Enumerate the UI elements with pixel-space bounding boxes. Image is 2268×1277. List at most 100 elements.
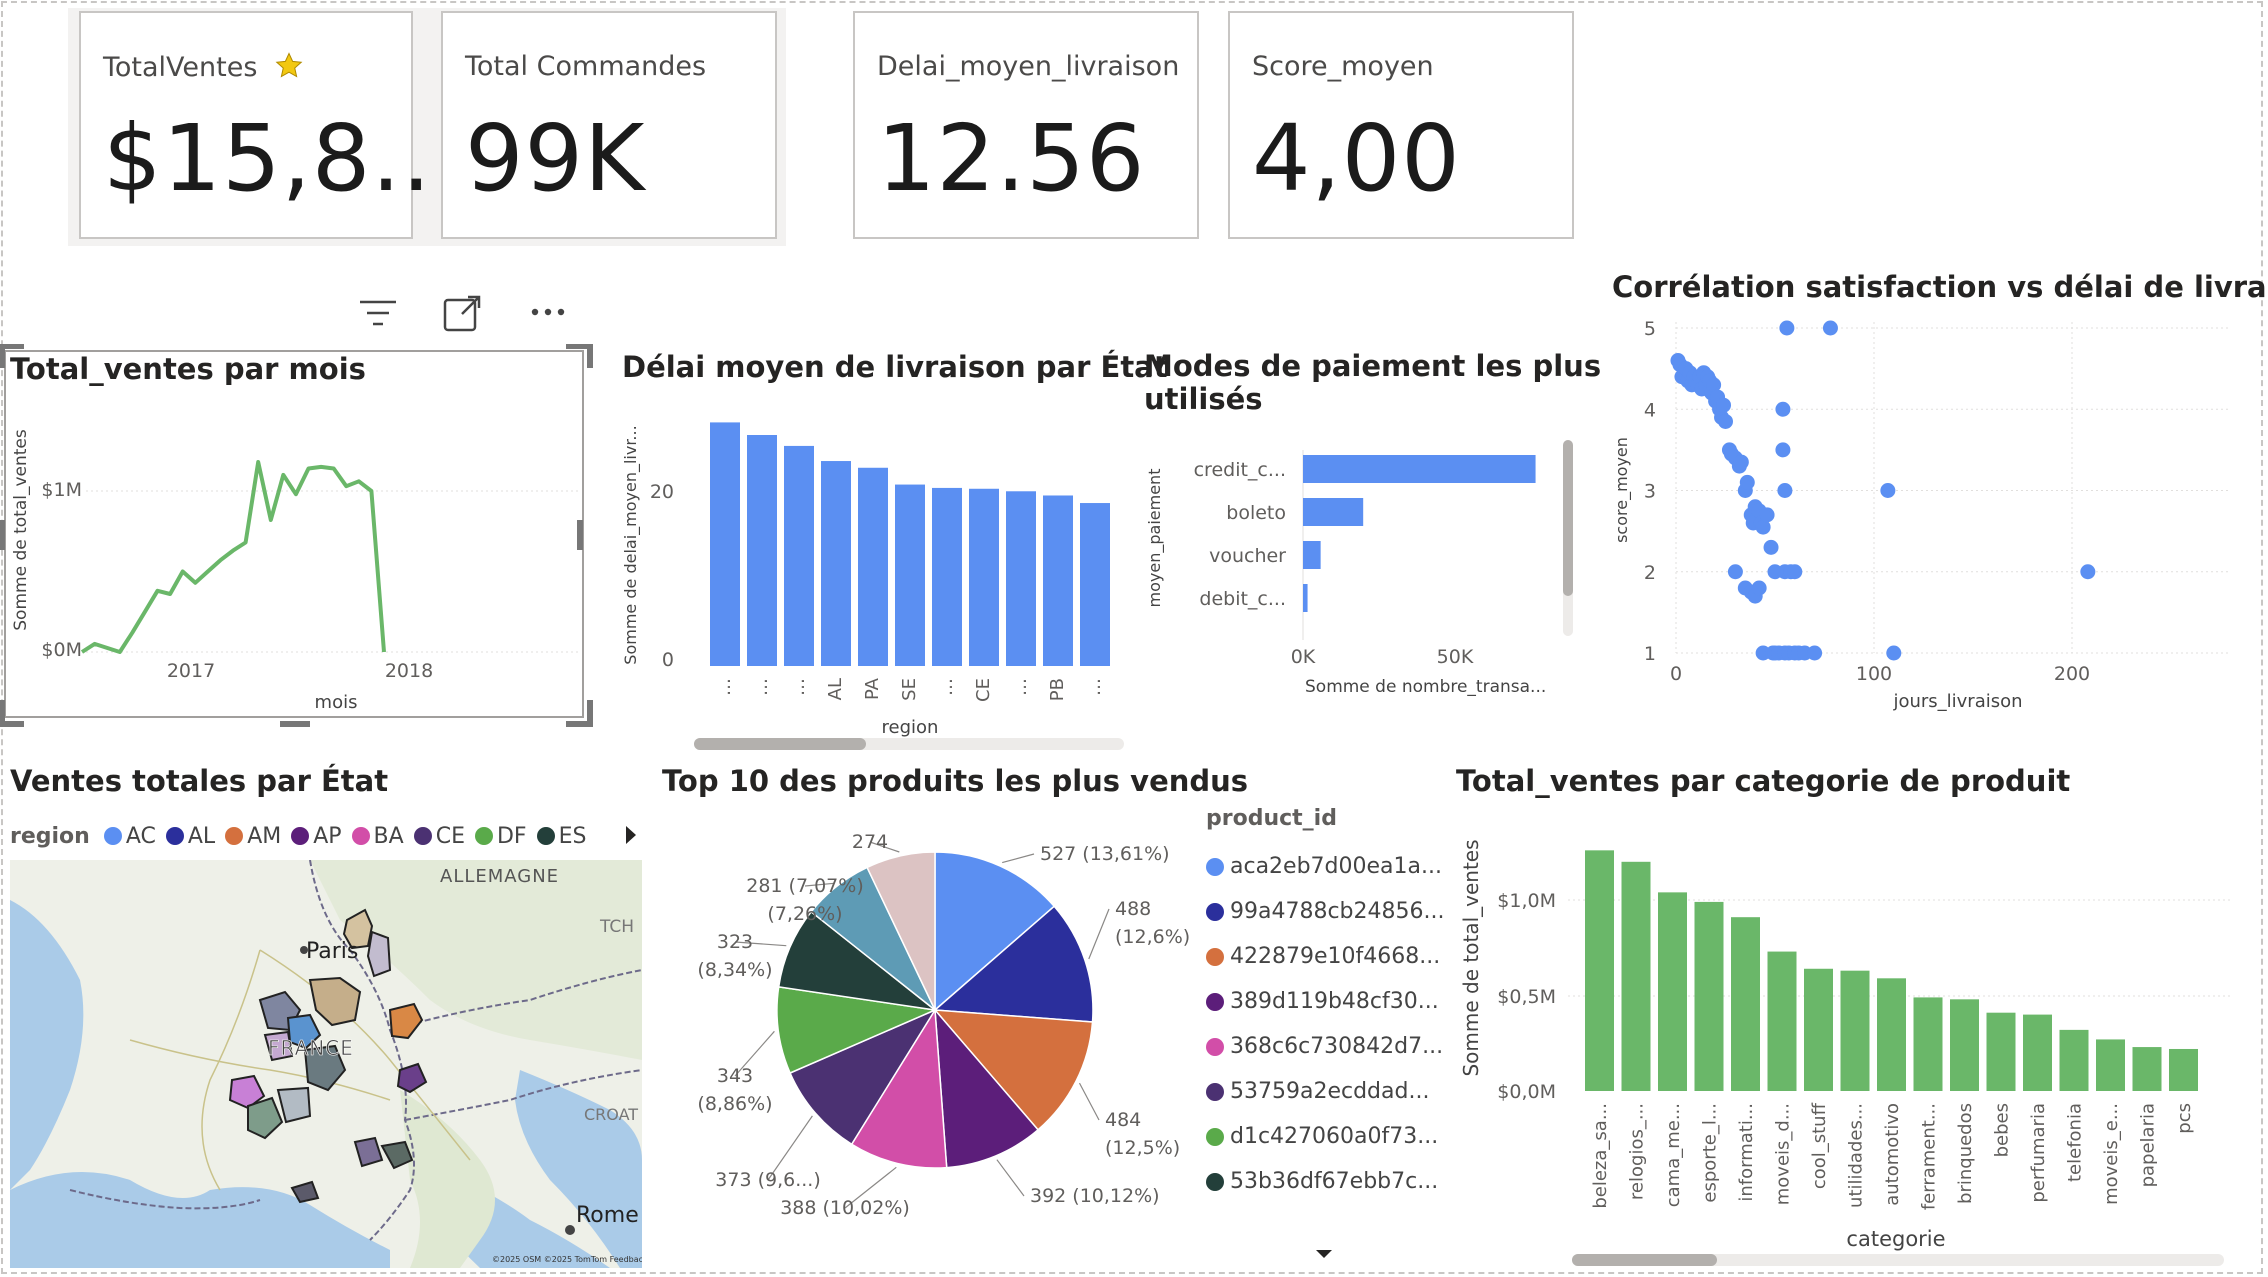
legend-label: AL	[187, 823, 216, 849]
category-bar[interactable]	[2169, 1048, 2198, 1091]
payment-bar[interactable]	[1303, 498, 1364, 526]
category-bar[interactable]	[1986, 1012, 2016, 1091]
scatter-point[interactable]	[1759, 507, 1775, 523]
map-legend-item[interactable]: CE	[413, 824, 465, 849]
legend-color-dot	[165, 827, 184, 845]
payment-bar[interactable]	[1303, 584, 1308, 612]
legend-label: 422879e10f4668...	[1230, 944, 1441, 969]
delai-bar[interactable]	[932, 487, 962, 666]
category-bar[interactable]	[1913, 997, 1943, 1091]
delai-bar[interactable]	[710, 422, 740, 666]
chevron-right-icon[interactable]	[624, 824, 638, 846]
payment-bar[interactable]	[1303, 455, 1536, 483]
category-bar[interactable]	[1767, 951, 1797, 1091]
category-bar[interactable]	[1658, 892, 1687, 1091]
delai-bar[interactable]	[821, 461, 851, 666]
pie-legend-item[interactable]: 368c6c730842d7...	[1206, 1024, 1443, 1069]
scatter-point[interactable]	[1787, 564, 1803, 580]
map-visual[interactable]: ALLEMAGNE TCH Paris FRANCE CROAT Rome ©2…	[10, 860, 642, 1268]
category-bar[interactable]	[1731, 917, 1760, 1091]
legend-label: 368c6c730842d7...	[1230, 1034, 1444, 1059]
y-tick-label: 2	[1644, 562, 1656, 584]
map-legend-item[interactable]: AP	[291, 824, 342, 849]
kpi-card-score-moyen[interactable]: Score_moyen 4,00	[1228, 11, 1574, 239]
delai-bar[interactable]	[969, 488, 999, 666]
pie-legend-item[interactable]: 53759a2ecddad...	[1206, 1069, 1436, 1114]
payment-chart-plot[interactable]: credit_c...boleto voucher debit_c... moyen…	[1140, 430, 1580, 710]
pie-legend-item[interactable]: 389d119b48cf30...	[1206, 979, 1439, 1024]
y-tick-label: 1	[1644, 643, 1656, 665]
scatter-point[interactable]	[1779, 320, 1795, 336]
category-bar[interactable]	[2132, 1047, 2162, 1091]
scatter-point[interactable]	[1880, 483, 1896, 498]
pie-legend-item[interactable]: d1c427060a0f73...	[1206, 1114, 1438, 1159]
category-bar[interactable]	[2096, 1039, 2125, 1091]
caret-down-icon[interactable]	[1314, 1248, 1334, 1260]
scatter-point[interactable]	[1775, 442, 1791, 458]
category-chart-plot[interactable]: beleza_sa... relogios_... cama_me... esport…	[1450, 810, 2240, 1265]
category-bar[interactable]	[1804, 968, 1833, 1091]
scatter-point[interactable]	[1716, 397, 1732, 413]
category-bar[interactable]	[1840, 970, 1870, 1091]
delai-bar[interactable]	[1043, 495, 1073, 666]
delai-bar[interactable]	[895, 484, 925, 666]
delai-bar[interactable]	[747, 435, 777, 666]
delai-bar[interactable]	[1006, 491, 1036, 666]
scatter-point[interactable]	[1727, 564, 1743, 580]
line-chart-xlabel: mois	[315, 692, 358, 713]
map-legend-item[interactable]: AC	[103, 824, 156, 849]
delai-bar[interactable]	[784, 445, 814, 666]
scatter-point[interactable]	[1822, 320, 1838, 336]
kpi-value: $15,8...	[103, 105, 463, 212]
map-legend-item[interactable]: AL	[165, 823, 216, 849]
scatter-point[interactable]	[1886, 645, 1902, 661]
y-tick-label: $1M	[41, 479, 82, 501]
map-label-rome: Rome	[576, 1203, 639, 1228]
x-tick-label: telefonia	[2065, 1103, 2086, 1182]
pie-chart-plot[interactable]: 527 (13,61%) 488 (12,6%) 484 (12,5%) 392 (10,…	[660, 830, 1200, 1250]
pie-legend-item[interactable]: 422879e10f4668...	[1206, 934, 1440, 979]
scatter-point[interactable]	[2080, 564, 2096, 580]
scatter-point[interactable]	[1733, 454, 1749, 470]
map-legend-item[interactable]: ES	[536, 824, 586, 849]
scatter-chart-plot[interactable]: 1 2 3 4 5 0 100 200 score_moyen jours_livraison	[1600, 310, 2240, 720]
delai-bar[interactable]	[858, 467, 888, 666]
map-legend-item[interactable]: DF	[474, 824, 527, 849]
focus-mode-icon[interactable]	[442, 294, 482, 334]
category-bar[interactable]	[2023, 1014, 2052, 1091]
payment-vertical-scrollbar[interactable]	[1563, 440, 1573, 636]
delai-bar[interactable]	[1080, 503, 1110, 666]
delai-chart-plot[interactable]: … … … AL PA SE … CE … PB … Somme de delai_moyen_li…	[610, 395, 1130, 755]
category-bar[interactable]	[1950, 999, 1979, 1091]
map-legend-item[interactable]: AM	[225, 824, 281, 849]
scatter-point[interactable]	[1777, 483, 1793, 498]
delai-horizontal-scrollbar[interactable]	[694, 738, 1124, 750]
scatter-point[interactable]	[1751, 580, 1767, 596]
pie-legend-item[interactable]: 99a4788cb24856...	[1206, 889, 1445, 934]
x-tick-label: informati...	[1736, 1103, 1757, 1202]
scatter-point[interactable]	[1807, 645, 1823, 661]
scatter-point[interactable]	[1718, 413, 1733, 429]
pie-legend-item[interactable]: 53b36df67ebb7c...	[1206, 1159, 1438, 1204]
kpi-card-delai-moyen[interactable]: Delai_moyen_livraison 12.56	[853, 11, 1199, 239]
kpi-card-total-ventes[interactable]: TotalVentes $15,8...	[79, 11, 461, 239]
filter-icon[interactable]	[358, 296, 398, 332]
category-horizontal-scrollbar[interactable]	[1572, 1254, 2224, 1266]
category-bar[interactable]	[1694, 901, 1724, 1091]
payment-bar[interactable]	[1303, 541, 1321, 569]
category-bar[interactable]	[1621, 861, 1651, 1091]
scrollbar-thumb[interactable]	[1563, 440, 1573, 596]
kpi-card-total-commandes[interactable]: Total Commandes 99K	[441, 11, 777, 239]
scatter-point[interactable]	[1775, 401, 1791, 417]
category-bar[interactable]	[2059, 1029, 2089, 1091]
scatter-point[interactable]	[1739, 474, 1755, 490]
map-legend-item[interactable]: BA	[351, 824, 404, 849]
scrollbar-thumb[interactable]	[1572, 1254, 1717, 1266]
leader-line	[996, 1159, 1025, 1197]
pie-legend-item[interactable]: aca2eb7d00ea1a...	[1206, 844, 1442, 889]
scrollbar-thumb[interactable]	[694, 738, 866, 750]
more-options-icon[interactable]	[530, 305, 566, 319]
scatter-point[interactable]	[1763, 539, 1779, 555]
category-bar[interactable]	[1877, 978, 1906, 1091]
category-bar[interactable]	[1585, 850, 1614, 1091]
